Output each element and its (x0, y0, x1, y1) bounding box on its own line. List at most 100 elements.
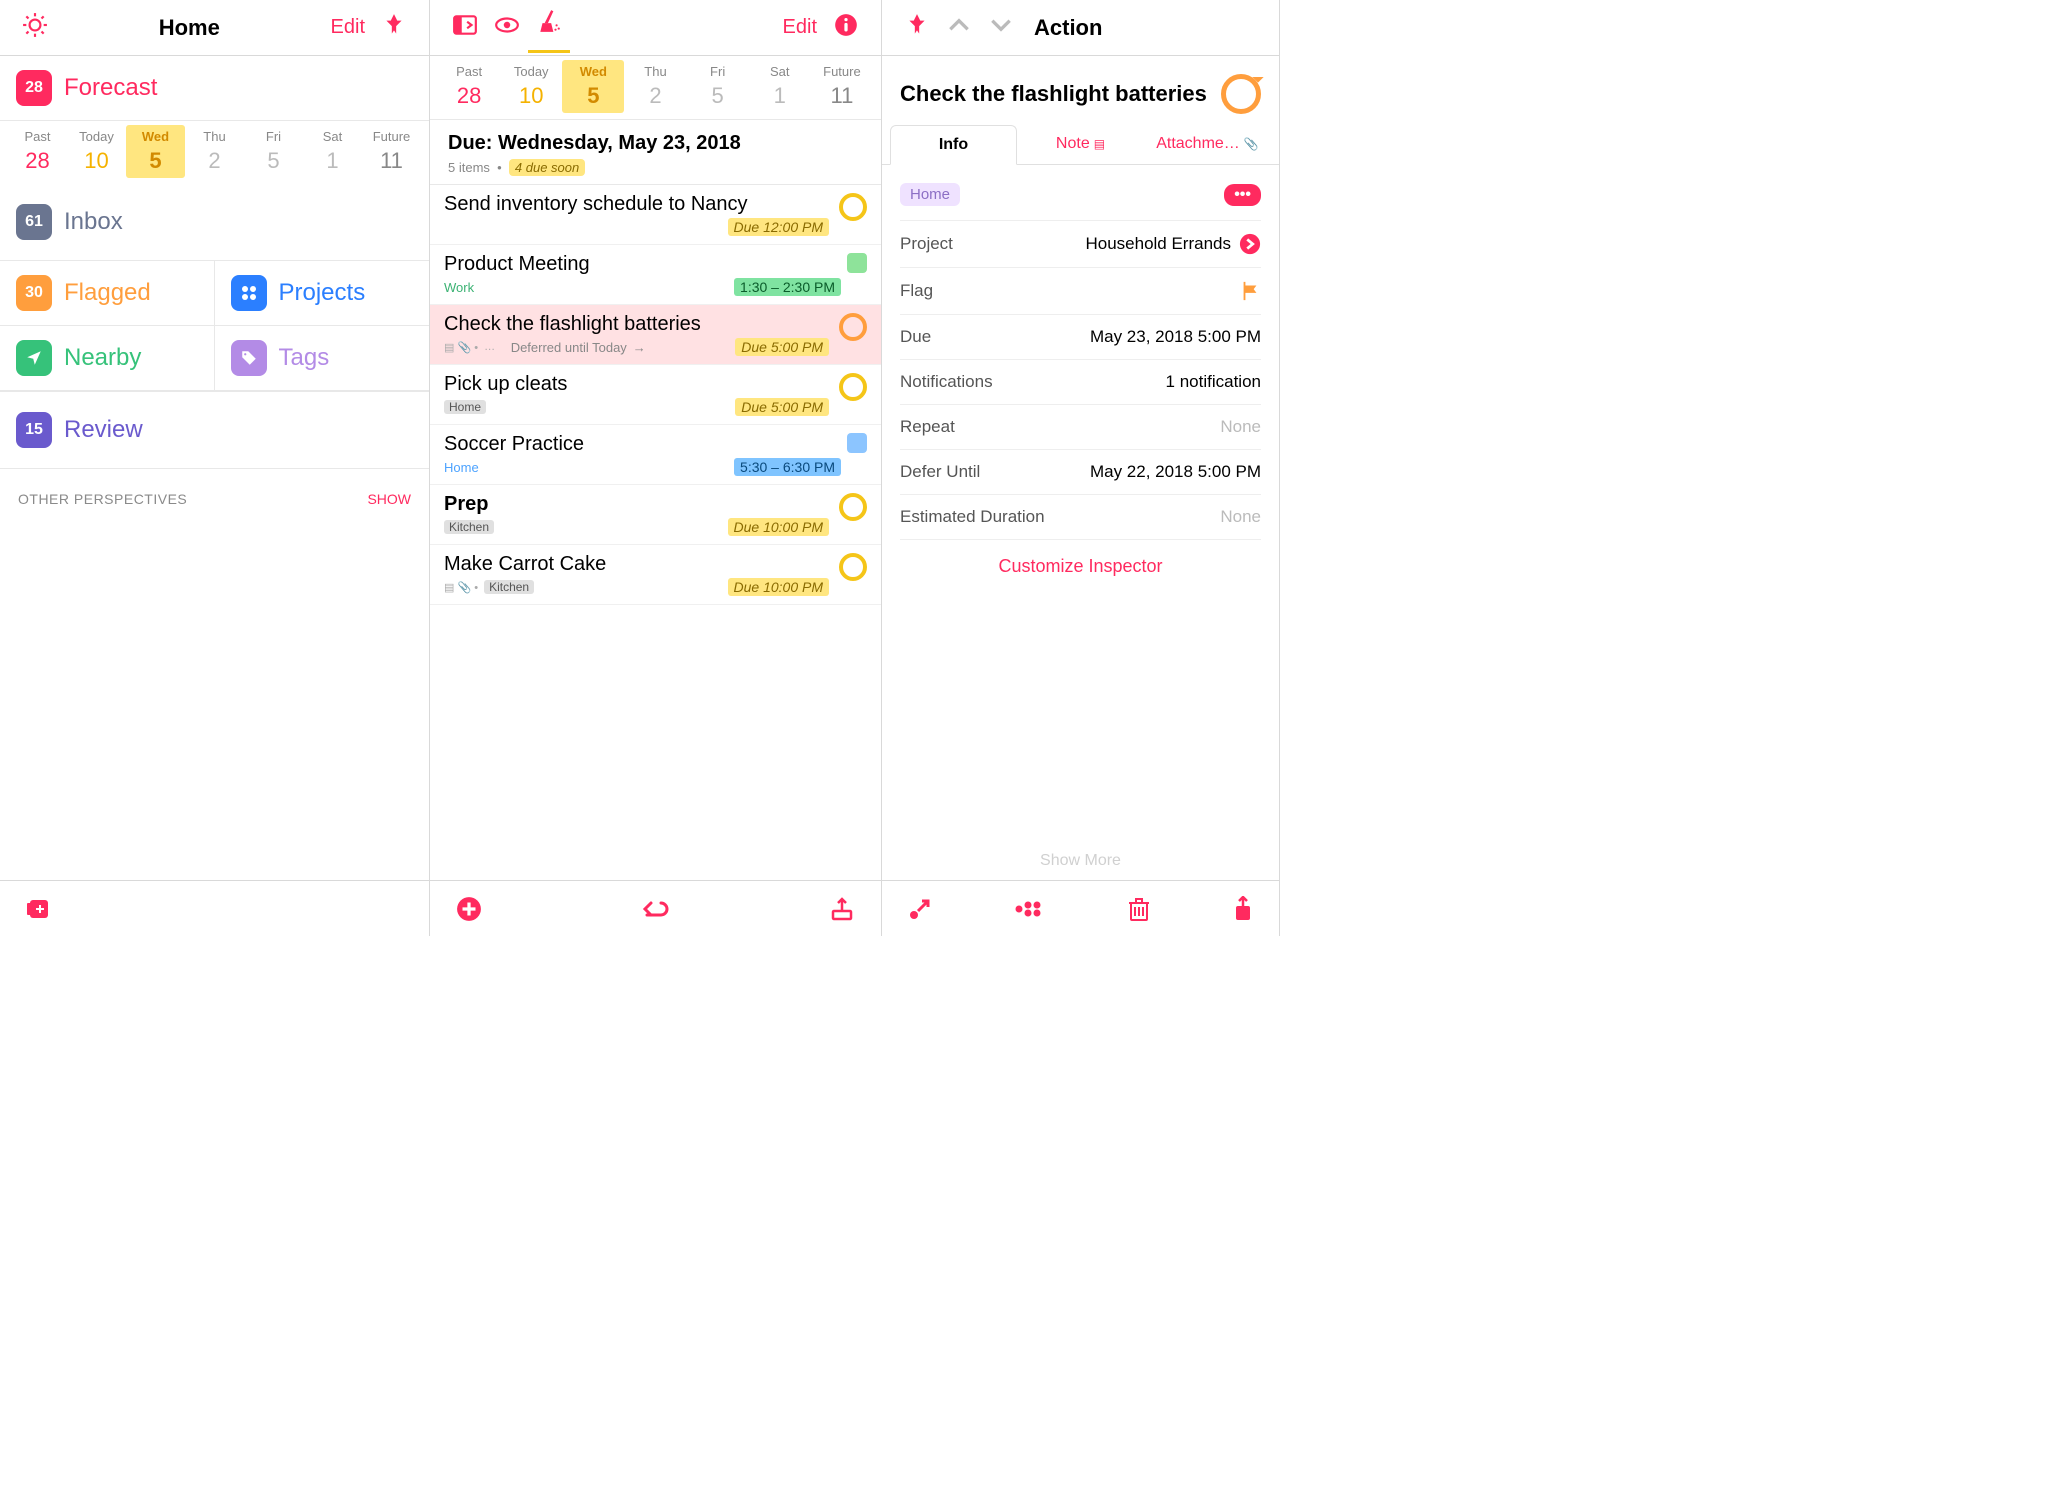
tag-chip-home[interactable]: Home (900, 183, 960, 206)
perspective-review[interactable]: 15 Review (0, 392, 429, 469)
cleanup-icon[interactable] (528, 2, 570, 53)
flag-row[interactable]: Flag (900, 268, 1261, 315)
home-bottom-bar (0, 880, 429, 936)
eye-icon[interactable] (486, 6, 528, 50)
attachment-icon: 📎 (1244, 137, 1259, 151)
next-item-icon[interactable] (980, 6, 1022, 50)
project-row[interactable]: Project Household Errands (900, 221, 1261, 268)
share-icon[interactable] (819, 891, 865, 927)
status-circle[interactable] (839, 553, 867, 581)
day-sat[interactable]: Sat1 (303, 125, 362, 178)
task-title: Prep (444, 493, 829, 516)
day-fri[interactable]: Fri5 (687, 60, 749, 113)
task-row[interactable]: Make Carrot Cake▤ 📎 • Kitchen Due 10:00 … (430, 545, 881, 605)
repeat-row[interactable]: Repeat None (900, 405, 1261, 450)
perspective-inbox[interactable]: 61 Inbox (0, 184, 429, 261)
perspective-projects[interactable]: Projects (215, 261, 430, 326)
sidebar-toggle-icon[interactable] (444, 6, 486, 50)
project-arrow-icon[interactable] (1239, 233, 1261, 255)
task-row[interactable]: Send inventory schedule to NancyDue 12:0… (430, 185, 881, 245)
tab-attachments[interactable]: Attachme…📎 (1144, 124, 1271, 164)
task-title: Check the flashlight batteries (444, 313, 829, 336)
review-label: Review (64, 416, 143, 444)
export-icon[interactable] (1223, 890, 1263, 928)
day-future[interactable]: Future11 (362, 125, 421, 178)
new-perspective-icon[interactable] (16, 892, 60, 926)
task-title: Make Carrot Cake (444, 553, 829, 576)
notifications-row[interactable]: Notifications 1 notification (900, 360, 1261, 405)
info-icon[interactable] (825, 6, 867, 50)
edit-button[interactable]: Edit (323, 10, 373, 45)
prev-item-icon[interactable] (938, 6, 980, 50)
status-circle[interactable] (839, 193, 867, 221)
task-title: Pick up cleats (444, 373, 829, 396)
tags-row[interactable]: Home ••• (900, 177, 1261, 221)
flag-icon[interactable] (1239, 280, 1261, 302)
day-past[interactable]: Past28 (438, 60, 500, 113)
more-tags-icon[interactable]: ••• (1224, 184, 1261, 206)
action-header: Check the flashlight batteries (882, 56, 1279, 124)
forecast-icon: 28 (16, 70, 52, 106)
perspective-tags[interactable]: Tags (215, 326, 430, 391)
duration-row[interactable]: Estimated Duration None (900, 495, 1261, 540)
status-circle[interactable] (839, 373, 867, 401)
task-row[interactable]: Product MeetingWork1:30 – 2:30 PM (430, 245, 881, 305)
due-badge: Due 5:00 PM (735, 338, 829, 356)
defer-row[interactable]: Defer Until May 22, 2018 5:00 PM (900, 450, 1261, 495)
status-circle[interactable] (839, 313, 867, 341)
other-perspectives-row: OTHER PERSPECTIVES SHOW (0, 469, 429, 529)
task-row[interactable]: PrepKitchen Due 10:00 PM (430, 485, 881, 545)
show-button[interactable]: SHOW (367, 491, 411, 507)
day-past[interactable]: Past28 (8, 125, 67, 178)
forecast-pane: Edit Past28Today10Wed5Thu2Fri5Sat1Future… (430, 0, 882, 936)
tags-label: Tags (279, 344, 330, 372)
flagged-label: Flagged (64, 279, 151, 307)
due-row[interactable]: Due May 23, 2018 5:00 PM (900, 315, 1261, 360)
tab-note[interactable]: Note▤ (1017, 124, 1144, 164)
task-row[interactable]: Pick up cleatsHome Due 5:00 PM (430, 365, 881, 425)
go-to-project-icon[interactable] (898, 891, 942, 927)
day-today[interactable]: Today10 (500, 60, 562, 113)
task-list: Send inventory schedule to NancyDue 12:0… (430, 185, 881, 605)
pin-icon[interactable] (373, 6, 415, 50)
day-fri[interactable]: Fri5 (244, 125, 303, 178)
add-task-icon[interactable] (446, 890, 492, 928)
due-soon-pill: 4 due soon (509, 159, 585, 176)
day-thu[interactable]: Thu2 (624, 60, 686, 113)
edit-button[interactable]: Edit (775, 10, 825, 45)
perspective-nearby[interactable]: Nearby (0, 326, 215, 391)
task-row[interactable]: Check the flashlight batteries▤ 📎 • … De… (430, 305, 881, 365)
home-pane: Home Edit 28 Forecast Past28Today10Wed5T… (0, 0, 430, 936)
perspective-forecast[interactable]: 28 Forecast (0, 56, 429, 121)
day-thu[interactable]: Thu2 (185, 125, 244, 178)
day-today[interactable]: Today10 (67, 125, 126, 178)
task-row[interactable]: Soccer PracticeHome5:30 – 6:30 PM (430, 425, 881, 485)
perspective-flagged[interactable]: 30 Flagged (0, 261, 215, 326)
day-wed[interactable]: Wed5 (562, 60, 624, 113)
pin-icon[interactable] (896, 6, 938, 50)
due-header-title: Due: Wednesday, May 23, 2018 (448, 132, 863, 155)
day-future[interactable]: Future11 (811, 60, 873, 113)
nearby-label: Nearby (64, 344, 141, 372)
day-wed[interactable]: Wed5 (126, 125, 185, 178)
show-more-button[interactable]: Show More (882, 842, 1279, 880)
forecast-bottom-bar (430, 880, 881, 936)
tags-icon (231, 340, 267, 376)
status-circle[interactable] (1221, 74, 1261, 114)
action-title: Check the flashlight batteries (900, 81, 1221, 107)
convert-icon[interactable] (1005, 893, 1055, 925)
day-sat[interactable]: Sat1 (749, 60, 811, 113)
forecast-label: Forecast (64, 74, 157, 102)
due-item-count: 5 items (448, 160, 490, 175)
status-circle[interactable] (839, 493, 867, 521)
inbox-label: Inbox (64, 208, 123, 236)
undo-icon[interactable] (631, 891, 681, 927)
settings-icon[interactable] (14, 6, 56, 50)
tab-info[interactable]: Info (890, 125, 1017, 165)
delete-icon[interactable] (1118, 891, 1160, 927)
inspector-body: Home ••• Project Household Errands Flag … (882, 165, 1279, 605)
customize-inspector-button[interactable]: Customize Inspector (900, 540, 1261, 593)
other-perspectives-label: OTHER PERSPECTIVES (18, 491, 187, 507)
inspector-pane: Action Check the flashlight batteries In… (882, 0, 1280, 936)
inspector-toolbar: Action (882, 0, 1279, 56)
